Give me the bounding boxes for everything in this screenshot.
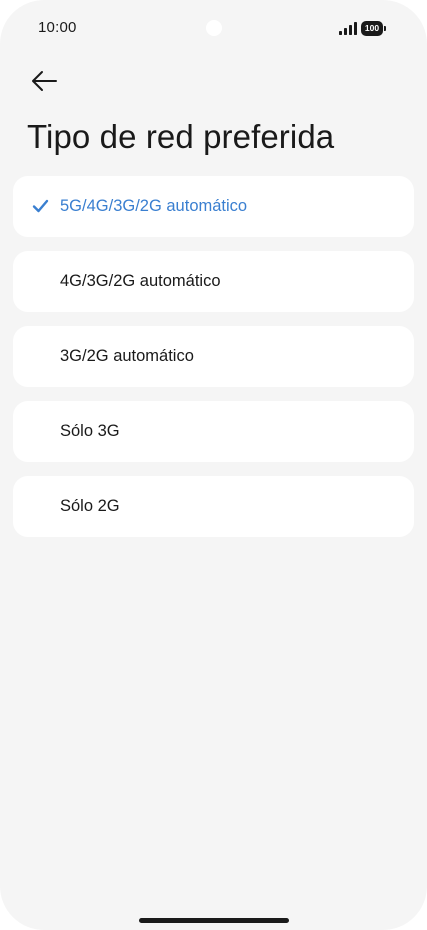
option-4g-3g-2g-auto[interactable]: 4G/3G/2G automático xyxy=(13,251,414,312)
home-indicator[interactable] xyxy=(139,918,289,923)
battery-level: 100 xyxy=(361,21,383,36)
option-3g-2g-auto[interactable]: 3G/2G automático xyxy=(13,326,414,387)
option-label: Sólo 2G xyxy=(60,497,120,515)
page-title: Tipo de red preferida xyxy=(27,118,335,155)
network-type-list: 5G/4G/3G/2G automático 4G/3G/2G automáti… xyxy=(13,176,414,551)
option-label: 4G/3G/2G automático xyxy=(60,272,221,290)
signal-icon xyxy=(339,22,357,35)
checkmark-icon xyxy=(32,199,49,213)
back-button[interactable] xyxy=(24,64,64,98)
option-3g-only[interactable]: Sólo 3G xyxy=(13,401,414,462)
option-5g-4g-3g-2g-auto[interactable]: 5G/4G/3G/2G automático xyxy=(13,176,414,237)
status-time: 10:00 xyxy=(38,19,77,36)
battery-icon: 100 xyxy=(361,21,387,36)
status-bar: 10:00 100 xyxy=(0,0,427,56)
option-label: 3G/2G automático xyxy=(60,347,194,365)
camera-cutout xyxy=(206,20,222,36)
battery-tip xyxy=(384,26,386,31)
option-label: 5G/4G/3G/2G automático xyxy=(60,197,248,215)
phone-screen: 10:00 100 Tipo de red preferida 5G/4G/3G… xyxy=(0,0,427,930)
option-label: Sólo 3G xyxy=(60,422,120,440)
option-2g-only[interactable]: Sólo 2G xyxy=(13,476,414,537)
